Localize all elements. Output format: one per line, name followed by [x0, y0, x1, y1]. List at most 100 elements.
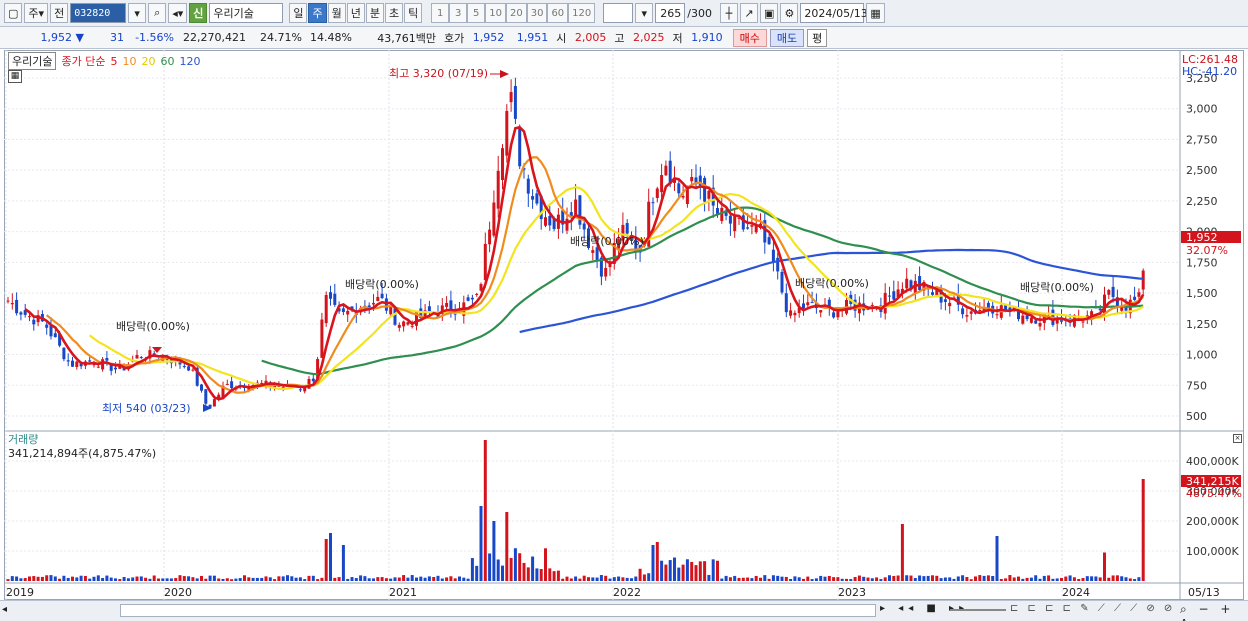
volume-bar [896, 575, 900, 581]
candle-body [483, 243, 487, 281]
price-tick-label: 2,750 [1186, 133, 1218, 146]
price-tick-label: 2,500 [1186, 164, 1218, 177]
candle-body [329, 292, 332, 299]
volume-bar [36, 576, 40, 581]
volume-bar [1090, 576, 1094, 581]
scroll-left-icon[interactable]: ◂ [2, 604, 7, 615]
volume-bar [419, 576, 423, 581]
zoom-slider[interactable] [950, 609, 1006, 611]
candle-body [810, 302, 814, 304]
volume-bar [840, 578, 844, 581]
candle-body [10, 302, 14, 305]
volume-bar [307, 575, 311, 581]
volume-bar [556, 570, 560, 581]
volume-bar [15, 576, 19, 581]
volume-bar [819, 575, 823, 581]
volume-bar [513, 548, 517, 581]
volume-bar [668, 560, 672, 581]
volume-bar [346, 578, 350, 581]
price-tick-label: 500 [1186, 410, 1207, 423]
candle-body [1081, 321, 1085, 323]
x-axis-label: 2021 [389, 586, 417, 599]
volume-bar [92, 576, 96, 581]
volume-bar [918, 575, 922, 581]
legend-stock-name[interactable]: 우리기술 [8, 52, 57, 70]
candle-body [625, 223, 629, 234]
candle-body [311, 378, 315, 382]
candle-body [298, 389, 302, 391]
volume-bar [281, 576, 285, 581]
volume-bar [737, 577, 741, 581]
volume-bar [698, 561, 702, 581]
volume-bar [260, 577, 264, 581]
candle-body [651, 202, 655, 204]
panel-close-icon[interactable]: × [1233, 434, 1242, 443]
legend-ma20: 20 [141, 54, 156, 68]
volume-bar [367, 578, 371, 581]
volume-bar [806, 576, 810, 581]
volume-bar [126, 578, 130, 581]
volume-bar [991, 575, 995, 581]
volume-bar [909, 575, 913, 581]
scroll-thumb[interactable] [120, 604, 876, 617]
volume-bar [53, 576, 57, 581]
candle-body [380, 293, 384, 299]
volume-bar [759, 577, 762, 581]
volume-bar [337, 577, 341, 581]
volume-bar [427, 576, 431, 581]
draw-tools-icons[interactable]: ⊏ ⊏ ⊏ ⊏ ✎ ⟋ ⟋ ⟋ ⊘ ⊘ [1010, 603, 1175, 614]
candle-body [776, 257, 780, 272]
volume-bar [935, 575, 939, 581]
volume-bar [195, 578, 199, 581]
candle-body [883, 292, 887, 314]
volume-bar [638, 568, 642, 581]
volume-bar [1012, 577, 1016, 581]
candle-body [1038, 323, 1042, 327]
volume-bar [333, 577, 337, 581]
bottom-scrollbar[interactable]: ◂ ▸ ◂◂ ■ ▸▸ ⊏ ⊏ ⊏ ⊏ ✎ ⟋ ⟋ ⟋ ⊘ ⊘ ⌕ − + A [0, 600, 1248, 621]
volume-bar [445, 577, 449, 581]
volume-bar [888, 575, 891, 581]
volume-bar [384, 578, 388, 581]
volume-bar [793, 576, 797, 581]
volume-bar [212, 575, 216, 581]
volume-bar [651, 545, 655, 581]
volume-bar [1051, 578, 1055, 581]
candle-body [836, 311, 840, 318]
table-icon[interactable]: ▦ [8, 70, 22, 83]
volume-bar [436, 575, 440, 581]
volume-bar [144, 577, 148, 581]
volume-bar [458, 576, 461, 581]
candle-body [191, 369, 195, 371]
zoom-icons[interactable]: ⌕ − + A [1180, 602, 1248, 621]
candle-body [681, 196, 685, 198]
candle-body [1098, 308, 1102, 311]
volume-bar [217, 578, 221, 581]
volume-bar [595, 577, 599, 581]
volume-bar [574, 576, 578, 581]
candle-body [200, 384, 203, 391]
volume-bar [49, 575, 53, 581]
volume-bar [466, 578, 470, 581]
candle-body [230, 381, 234, 389]
volume-bar [943, 577, 947, 581]
volume-bar [238, 578, 242, 581]
volume-bar [402, 575, 406, 581]
volume-bar [952, 578, 956, 581]
legend-ma-title: 종가 단순 [61, 55, 106, 68]
volume-bar [6, 579, 10, 581]
volume-bar [780, 576, 784, 581]
candle-body [789, 310, 793, 316]
candle-body [943, 299, 947, 302]
volume-bar [995, 536, 999, 581]
candle-body [466, 297, 470, 301]
volume-bar [479, 506, 483, 581]
volume-bar [565, 576, 569, 581]
volume-bar [66, 577, 70, 581]
volume-bar [118, 579, 122, 581]
dividend-label-4: 배당락(0.00%) [795, 277, 869, 290]
volume-bar [969, 579, 973, 581]
volume-bar [707, 574, 711, 581]
volume-bar [548, 568, 552, 581]
candle-body [320, 319, 324, 358]
